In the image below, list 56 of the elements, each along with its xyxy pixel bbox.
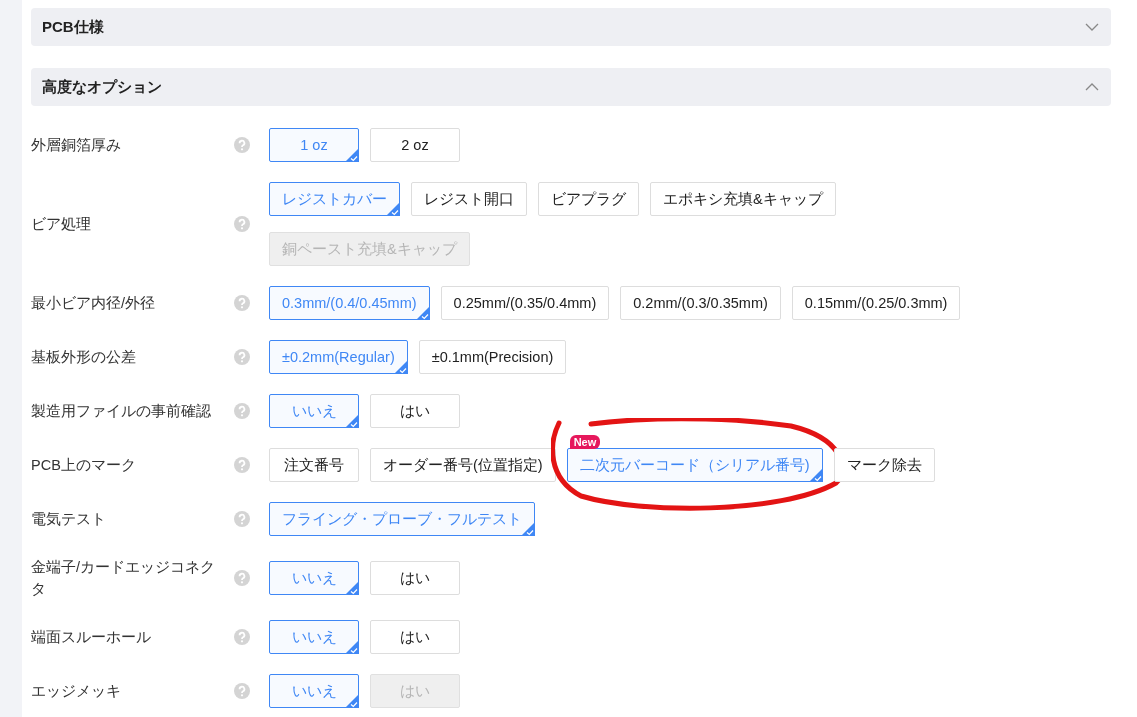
check-corner-icon (415, 306, 430, 320)
help-icon[interactable] (234, 349, 250, 365)
option-label: 電気テスト (31, 510, 107, 529)
option-button[interactable]: いいえ (269, 674, 359, 708)
option-button[interactable]: いいえ (269, 561, 359, 595)
option-button[interactable]: レジスト開口 (411, 182, 527, 216)
section-header[interactable]: 高度なオプション (31, 68, 1111, 106)
option-label: 金端子/カードエッジコネクタ (31, 558, 217, 599)
help-icon[interactable] (234, 511, 250, 527)
check-corner-icon (386, 202, 400, 216)
option-label: 最小ビア内径/外径 (31, 294, 157, 313)
option-button[interactable]: はい (370, 394, 460, 428)
option-button[interactable]: オーダー番号(位置指定) (370, 448, 556, 482)
new-badge: New (569, 435, 601, 449)
option-label: 基板外形の公差 (31, 348, 137, 367)
check-corner-icon (345, 694, 359, 708)
option-button[interactable]: 0.15mm/(0.25/0.3mm) (791, 286, 961, 320)
section-title: PCB仕様 (42, 17, 104, 37)
option-button[interactable]: はい (370, 561, 460, 595)
help-icon[interactable] (234, 403, 250, 419)
option-button[interactable]: 0.2mm/(0.3/0.35mm) (620, 286, 781, 320)
option-button[interactable]: いいえ (269, 394, 359, 428)
option-button[interactable]: 2 oz (370, 128, 460, 162)
help-icon[interactable] (234, 457, 250, 473)
option-button[interactable]: 二次元バーコード（シリアル番号) (566, 448, 823, 482)
option-label: 端面スルーホール (31, 628, 152, 647)
option-button[interactable]: はい (370, 620, 460, 654)
chevron-down-icon (1085, 23, 1099, 31)
section-header[interactable]: PCB仕様 (31, 8, 1111, 46)
check-corner-icon (393, 360, 408, 374)
help-icon[interactable] (234, 216, 250, 232)
option-button[interactable]: マーク除去 (833, 448, 935, 482)
help-icon[interactable] (234, 629, 250, 645)
check-corner-icon (808, 468, 823, 482)
option-label: PCB上のマーク (31, 456, 137, 475)
option-button[interactable]: いいえ (269, 620, 359, 654)
option-button[interactable]: エポキシ充填&キャップ (650, 182, 836, 216)
option-button[interactable]: 注文番号 (269, 448, 359, 482)
check-corner-icon (345, 414, 359, 428)
check-corner-icon (521, 522, 535, 536)
section-title: 高度なオプション (42, 77, 162, 97)
help-icon[interactable] (234, 295, 250, 311)
chevron-up-icon (1085, 83, 1099, 91)
option-button[interactable]: ビアプラグ (538, 182, 639, 216)
help-icon[interactable] (234, 137, 250, 153)
option-button[interactable]: 0.25mm/(0.35/0.4mm) (440, 286, 610, 320)
check-corner-icon (345, 640, 359, 654)
option-label: 製造用ファイルの事前確認 (31, 402, 212, 421)
help-icon[interactable] (234, 570, 250, 586)
option-button[interactable]: ±0.1mm(Precision) (418, 340, 567, 374)
option-label: 外層銅箔厚み (31, 136, 122, 155)
check-corner-icon (345, 148, 359, 162)
check-corner-icon (345, 581, 359, 595)
help-icon[interactable] (234, 683, 250, 699)
option-label: エッジメッキ (31, 682, 122, 701)
option-label: ビア処理 (31, 215, 92, 234)
